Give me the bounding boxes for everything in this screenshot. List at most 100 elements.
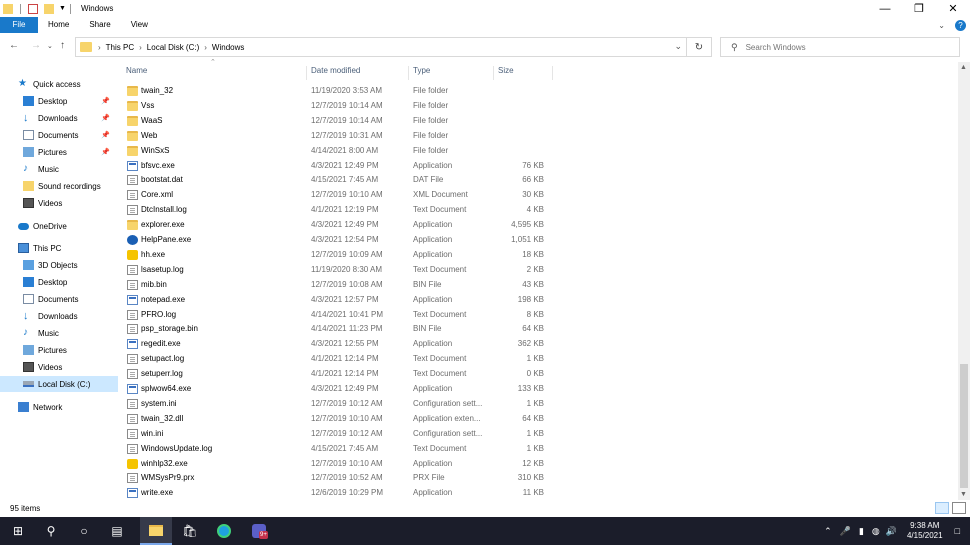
help-button[interactable]: ? (955, 19, 966, 31)
file-row[interactable]: WinSxS 4/14/2021 8:00 AM File folder (122, 143, 552, 158)
nav-item-onedrive[interactable]: OneDrive (0, 218, 118, 234)
nav-item-videos[interactable]: Videos (0, 195, 118, 211)
file-row[interactable]: psp_storage.bin 4/14/2021 11:23 PM BIN Fil… (122, 321, 552, 336)
details-view-icon[interactable] (935, 502, 949, 514)
search-input[interactable] (745, 42, 946, 52)
breadcrumb-windows[interactable]: Windows (212, 43, 244, 52)
chevron-down-icon[interactable]: ⌄ (674, 41, 682, 52)
pin-icon[interactable]: 📌 (101, 97, 110, 105)
file-row[interactable]: explorer.exe 4/3/2021 12:49 PM Application… (122, 217, 552, 232)
file-row[interactable]: PFRO.log 4/14/2021 10:41 PM Text Document 8… (122, 307, 552, 322)
pin-icon[interactable]: 📌 (101, 114, 110, 122)
column-header-size[interactable]: Size (498, 66, 514, 80)
nav-item-videos-pc[interactable]: Videos (0, 359, 118, 375)
column-divider[interactable] (552, 66, 553, 80)
volume-icon[interactable]: 🔊 (886, 526, 897, 537)
file-row[interactable]: regedit.exe 4/3/2021 12:55 PM Application 3… (122, 336, 552, 351)
file-row[interactable]: bootstat.dat 4/15/2021 7:45 AM DAT File 66 … (122, 172, 552, 187)
forward-arrow-icon[interactable]: → (31, 40, 41, 51)
minimize-button[interactable]: — (868, 0, 902, 17)
close-button[interactable]: ✕ (936, 0, 970, 17)
nav-item-music-pc[interactable]: ♪ Music (0, 325, 118, 341)
file-row[interactable]: write.exe 12/6/2019 10:29 PM Application 11… (122, 485, 552, 500)
nav-item-sound-recordings[interactable]: Sound recordings (0, 178, 118, 194)
file-row[interactable]: mib.bin 12/7/2019 10:08 AM BIN File 43 KB (122, 277, 552, 292)
file-row[interactable]: notepad.exe 4/3/2021 12:57 PM Application 1… (122, 292, 552, 307)
column-header-name[interactable]: Name (126, 66, 147, 80)
nav-item-network[interactable]: Network (0, 399, 118, 415)
search-box[interactable]: ⚲ (720, 37, 960, 57)
clock[interactable]: 9:38 AM 4/15/2021 (907, 521, 943, 541)
chevron-right-icon[interactable]: › (139, 43, 142, 52)
cortana-icon[interactable]: ○ (68, 517, 100, 545)
pin-icon[interactable]: 📌 (101, 148, 110, 156)
customize-quick-access-icon[interactable]: ▼ (59, 5, 66, 12)
nav-item-documents[interactable]: Documents 📌 (0, 127, 118, 143)
address-bar[interactable]: › This PC › Local Disk (C:) › Windows ⌄ (75, 37, 687, 57)
file-row[interactable]: DtcInstall.log 4/1/2021 12:19 PM Text Docu… (122, 202, 552, 217)
tab-file[interactable]: File (0, 17, 38, 33)
file-row[interactable]: bfsvc.exe 4/3/2021 12:49 PM Application 76 … (122, 158, 552, 173)
file-row[interactable]: setupact.log 4/1/2021 12:14 PM Text Docume… (122, 351, 552, 366)
up-arrow-icon[interactable]: ↑ (60, 40, 65, 51)
file-row[interactable]: Core.xml 12/7/2019 10:10 AM XML Document 30… (122, 187, 552, 202)
chevron-right-icon[interactable]: › (204, 43, 207, 52)
file-row[interactable]: twain_32 11/19/2020 3:53 AM File folder (122, 83, 552, 98)
nav-item-this-pc[interactable]: This PC (0, 240, 118, 256)
file-row[interactable]: win.ini 12/7/2019 10:12 AM Configuration s… (122, 426, 552, 441)
breadcrumb-local-disk[interactable]: Local Disk (C:) (147, 43, 199, 52)
nav-item-quick-access[interactable]: ★ Quick access (0, 76, 118, 92)
file-row[interactable]: splwow64.exe 4/3/2021 12:49 PM Application… (122, 381, 552, 396)
file-row[interactable]: winhlp32.exe 12/7/2019 10:10 AM Applicatio… (122, 456, 552, 471)
wifi-icon[interactable]: ◍ (872, 526, 880, 537)
file-row[interactable]: lsasetup.log 11/19/2020 8:30 AM Text Docum… (122, 262, 552, 277)
large-icons-view-icon[interactable] (952, 502, 966, 514)
file-row[interactable]: twain_32.dll 12/7/2019 10:10 AM Applicatio… (122, 411, 552, 426)
scrollbar-thumb[interactable] (960, 364, 968, 488)
scroll-up-icon[interactable]: ▲ (960, 64, 967, 71)
store-icon[interactable]: 🛍 (174, 517, 206, 545)
recent-locations-icon[interactable]: ⌄ (47, 42, 53, 50)
column-divider[interactable] (306, 66, 307, 80)
file-explorer-taskbar-icon[interactable] (140, 517, 172, 545)
tab-home[interactable]: Home (38, 17, 79, 33)
pin-icon[interactable]: 📌 (101, 131, 110, 139)
search-icon[interactable]: ⚲ (35, 517, 67, 545)
maximize-button[interactable]: ❐ (902, 0, 936, 17)
chevron-right-icon[interactable]: › (98, 43, 101, 52)
nav-item-local-disk[interactable]: Local Disk (C:) (0, 376, 118, 392)
nav-item-3d-objects[interactable]: 3D Objects (0, 257, 118, 273)
microphone-icon[interactable]: 🎤 (840, 526, 851, 537)
file-row[interactable]: setuperr.log 4/1/2021 12:14 PM Text Docume… (122, 366, 552, 381)
start-button[interactable]: ⊞ (2, 517, 34, 545)
breadcrumb-this-pc[interactable]: This PC (106, 43, 134, 52)
nav-item-desktop[interactable]: Desktop 📌 (0, 93, 118, 109)
expand-ribbon-icon[interactable]: ⌄ (938, 21, 945, 30)
column-divider[interactable] (493, 66, 494, 80)
file-row[interactable]: system.ini 12/7/2019 10:12 AM Configuratio… (122, 396, 552, 411)
nav-item-desktop-pc[interactable]: Desktop (0, 274, 118, 290)
file-row[interactable]: hh.exe 12/7/2019 10:09 AM Application 18 KB (122, 247, 552, 262)
vertical-scrollbar[interactable]: ▲ ▼ (958, 62, 970, 500)
nav-item-documents-pc[interactable]: Documents (0, 291, 118, 307)
scroll-down-icon[interactable]: ▼ (960, 491, 967, 498)
file-row[interactable]: Vss 12/7/2019 10:14 AM File folder (122, 98, 552, 113)
nav-item-music[interactable]: ♪ Music (0, 161, 118, 177)
file-row[interactable]: WMSysPr9.prx 12/7/2019 10:52 AM PRX File 31… (122, 470, 552, 485)
nav-item-downloads[interactable]: ↓ Downloads 📌 (0, 110, 118, 126)
task-view-icon[interactable]: ▤ (101, 517, 133, 545)
edge-icon[interactable] (208, 517, 240, 545)
battery-icon[interactable]: ▮ (859, 526, 864, 537)
new-folder-icon[interactable] (44, 3, 54, 14)
column-divider[interactable] (408, 66, 409, 80)
column-header-date[interactable]: Date modified (311, 66, 360, 80)
tab-share[interactable]: Share (79, 17, 120, 33)
file-row[interactable]: Web 12/7/2019 10:31 AM File folder (122, 128, 552, 143)
file-row[interactable]: WaaS 12/7/2019 10:14 AM File folder (122, 113, 552, 128)
show-hidden-icons-icon[interactable]: ⌃ (824, 526, 832, 537)
nav-item-pictures-pc[interactable]: Pictures (0, 342, 118, 358)
back-arrow-icon[interactable]: ← (9, 40, 19, 51)
file-row[interactable]: WindowsUpdate.log 4/15/2021 7:45 AM Text D… (122, 441, 552, 456)
nav-item-downloads-pc[interactable]: ↓ Downloads (0, 308, 118, 324)
file-row[interactable]: HelpPane.exe 4/3/2021 12:54 PM Application… (122, 232, 552, 247)
